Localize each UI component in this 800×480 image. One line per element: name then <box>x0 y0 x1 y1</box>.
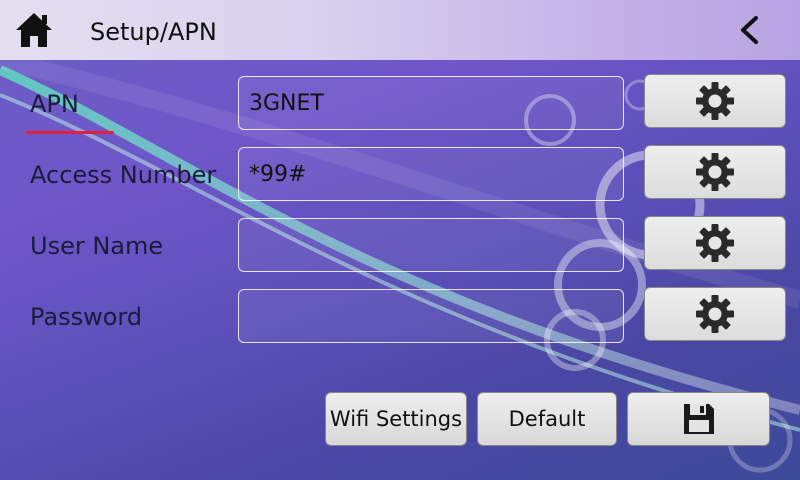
access-number-input[interactable] <box>238 147 624 201</box>
floppy-disk-icon <box>683 404 714 434</box>
apn-label[interactable]: APN <box>30 89 79 119</box>
chevron-left-icon[interactable] <box>738 15 762 45</box>
active-field-indicator <box>26 131 114 134</box>
wifi-settings-button[interactable]: Wifi Settings <box>325 392 467 446</box>
password-input[interactable] <box>238 289 624 343</box>
save-button[interactable] <box>627 392 770 446</box>
default-button[interactable]: Default <box>477 392 617 446</box>
page-title: Setup/APN <box>90 18 217 46</box>
gear-icon <box>696 153 734 191</box>
apn-input[interactable] <box>238 76 624 130</box>
gear-icon <box>696 224 734 262</box>
user-name-input[interactable] <box>238 218 624 272</box>
gear-icon <box>696 82 734 120</box>
access-number-label[interactable]: Access Number <box>30 160 216 190</box>
home-icon[interactable] <box>14 10 54 50</box>
gear-icon <box>696 295 734 333</box>
user-name-edit-button[interactable] <box>644 216 786 270</box>
apn-edit-button[interactable] <box>644 74 786 128</box>
user-name-label[interactable]: User Name <box>30 231 163 261</box>
access-number-edit-button[interactable] <box>644 145 786 199</box>
password-edit-button[interactable] <box>644 287 786 341</box>
title-bar: Setup/APN <box>0 0 800 60</box>
password-label[interactable]: Password <box>30 302 142 332</box>
